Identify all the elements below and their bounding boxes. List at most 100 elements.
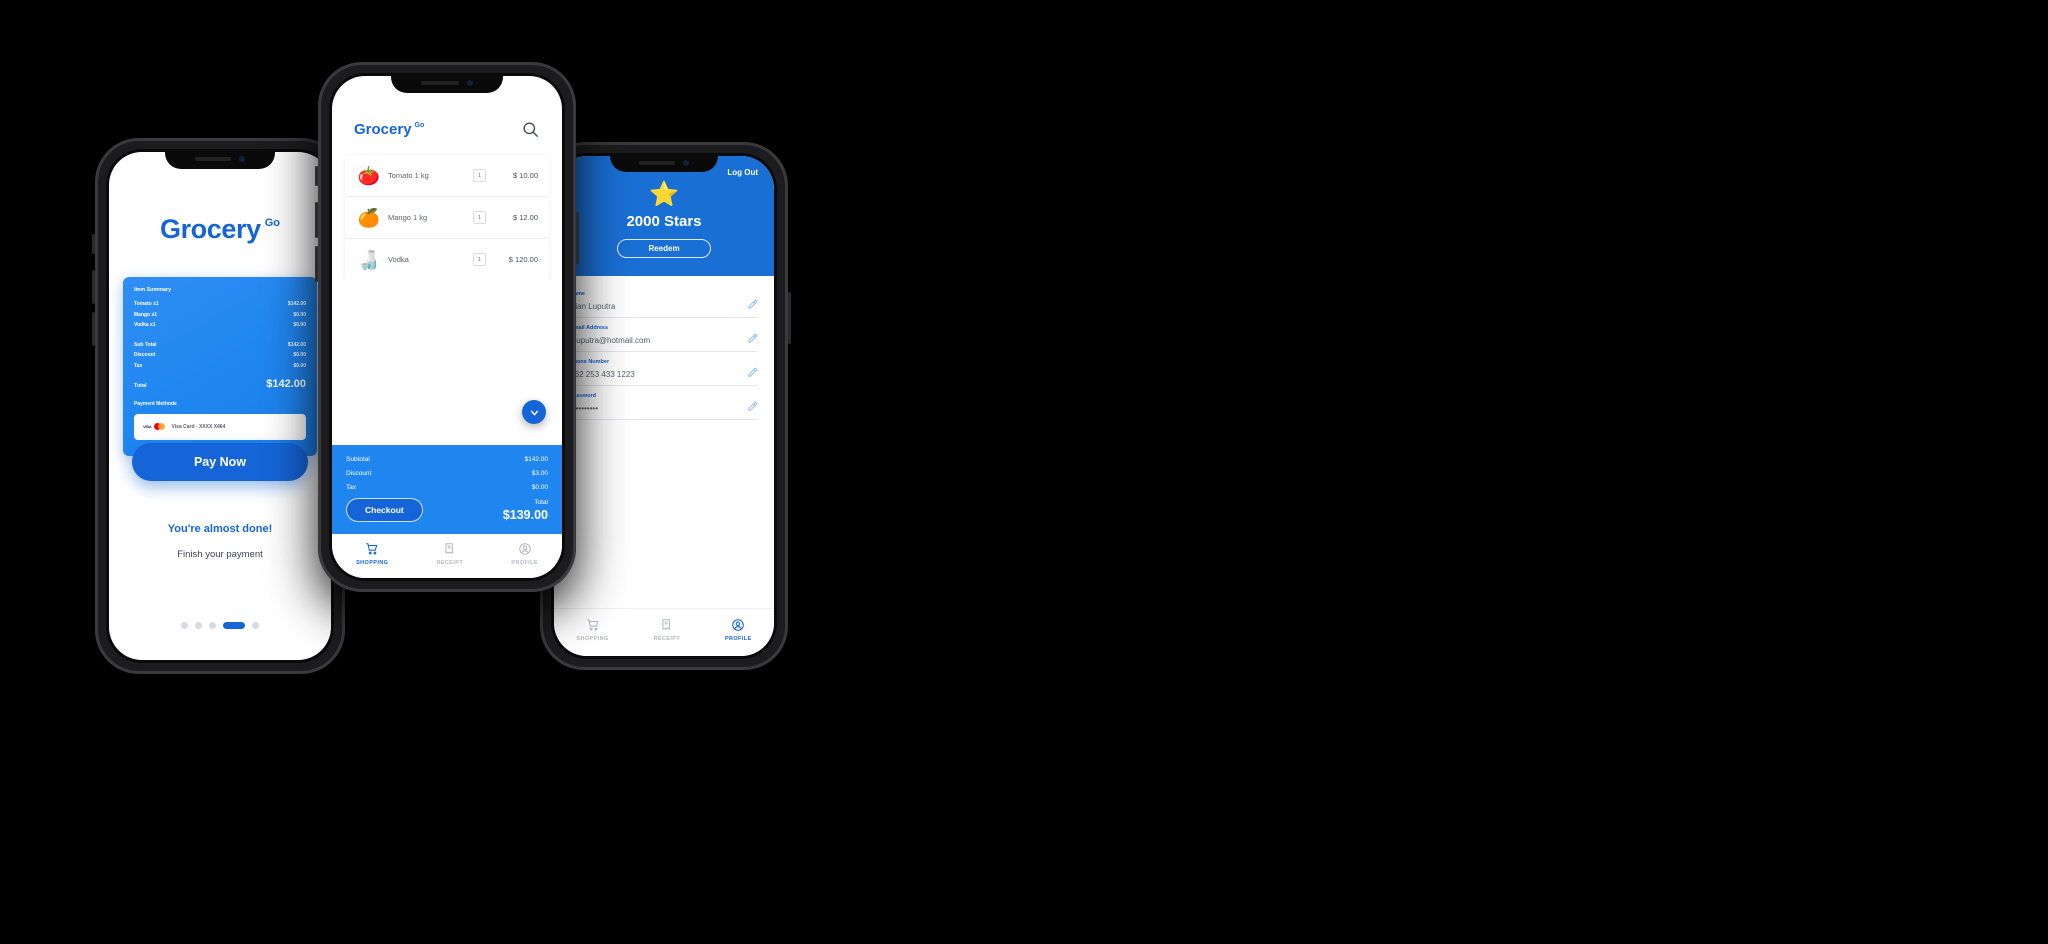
summary-grand-total-value: $142.00: [266, 377, 306, 390]
center-brand-suffix: Go: [414, 122, 425, 129]
search-icon[interactable]: [521, 120, 540, 139]
product-list: 🍅 Tomato 1 kg 1 $ 10.00 🍊 Mango 1 kg 1 $…: [332, 139, 562, 280]
left-phone-screen: Grocery Go Item Summary Tomato x1 $142.0…: [109, 152, 331, 660]
tab-profile[interactable]: PROFILE: [725, 618, 752, 642]
summary-grand-total: Total $142.00: [134, 378, 306, 390]
phone-center-shopping: Grocery Go 🍅 Tomato 1 kg 1 $ 10.00 🍊 Man…: [315, 62, 579, 592]
field-name-label: Name: [570, 291, 585, 297]
pagination-dots: [109, 621, 331, 629]
visa-icon: VISA: [143, 424, 152, 429]
summary-item-value: $0.00: [293, 311, 306, 318]
left-brand-name: Grocery: [159, 214, 261, 244]
center-phone-screen: Grocery Go 🍅 Tomato 1 kg 1 $ 10.00 🍊 Man…: [332, 76, 562, 578]
pagination-dot-active[interactable]: [223, 621, 245, 629]
center-phone-power-button[interactable]: [576, 212, 579, 264]
product-row[interactable]: 🍶 Vodka 1 $ 120.00: [345, 239, 549, 280]
speaker-icon: [639, 160, 675, 165]
checkout-row: Tax $0.00: [346, 484, 548, 491]
center-brand-name: Grocery: [354, 121, 412, 138]
field-email-label: Email Address: [570, 325, 609, 331]
pagination-dot[interactable]: [252, 621, 259, 629]
redeem-button[interactable]: Reedem: [617, 239, 711, 258]
product-row[interactable]: 🍅 Tomato 1 kg 1 $ 10.00: [345, 155, 549, 196]
field-name: Name Bian Luputra: [570, 284, 758, 318]
tab-receipt-label: RECEIPT: [436, 560, 464, 566]
payment-card-text: Visa Card - XXXX X464: [171, 423, 226, 430]
checkout-row: Subtotal $142.00: [346, 456, 548, 463]
product-row[interactable]: 🍊 Mango 1 kg 1 $ 12.00: [345, 197, 549, 238]
card-brand-icons: VISA: [143, 423, 165, 430]
edit-icon[interactable]: [747, 331, 758, 343]
chevron-down-icon[interactable]: [522, 400, 546, 424]
pay-now-button[interactable]: Pay Now: [132, 442, 308, 481]
profile-icon: [731, 618, 745, 632]
summary-item-row: Vodka x1 $0.00: [134, 322, 306, 328]
phone-left-payment: Grocery Go Item Summary Tomato x1 $142.0…: [92, 138, 345, 674]
summary-item-label: Mango x1: [134, 311, 158, 318]
right-phone-notch: [610, 153, 718, 172]
stars-count: 2000 Stars: [626, 213, 702, 230]
checkout-subtotal-label: Subtotal: [346, 456, 370, 463]
summary-subtotal-label: Sub Total: [134, 341, 157, 348]
payment-method-label: Payment Methode: [134, 400, 177, 407]
left-phone-bezel: Grocery Go Item Summary Tomato x1 $142.0…: [106, 149, 334, 663]
summary-tax-value: $0.00: [293, 362, 306, 369]
left-phone-volume-down-button[interactable]: [92, 312, 95, 346]
product-name: Mango 1 kg: [388, 213, 428, 222]
left-phone-notch: [165, 149, 275, 169]
tab-shopping[interactable]: SHOPPING: [576, 618, 608, 642]
profile-icon: [518, 542, 532, 556]
summary-item-label: Vodka x1: [134, 322, 156, 328]
front-camera-icon: [683, 159, 689, 166]
center-phone-volume-up-button[interactable]: [315, 202, 318, 238]
center-phone-volume-down-button[interactable]: [315, 246, 318, 282]
tab-receipt[interactable]: RECEIPT: [436, 542, 463, 566]
left-brand: Grocery Go: [109, 214, 331, 245]
mastercard-icon: [153, 423, 165, 430]
summary-item-row: Mango x1 $0.00: [134, 312, 306, 318]
right-phone-power-button[interactable]: [788, 292, 791, 344]
mockup-stage: Grocery Go Item Summary Tomato x1 $142.0…: [0, 0, 2048, 944]
field-phone-value: +62 253 433 1223: [570, 370, 635, 379]
summary-item-label: Tomato x1: [134, 301, 159, 307]
edit-icon[interactable]: [747, 399, 758, 411]
profile-fields: Name Bian Luputra Email Address bluputra…: [554, 276, 774, 608]
summary-total-row: Tax $0.00: [134, 363, 306, 369]
quantity-stepper[interactable]: 1: [473, 169, 486, 182]
front-camera-icon: [467, 80, 473, 86]
summary-discount-label: Discount: [134, 352, 156, 358]
pagination-dot[interactable]: [181, 621, 188, 629]
center-phone-mute-button[interactable]: [315, 166, 318, 186]
right-tab-bar: SHOPPING RECEIPT PROFILE: [554, 608, 774, 656]
quantity-stepper[interactable]: 1: [473, 211, 486, 224]
tab-shopping-label: SHOPPING: [356, 560, 389, 566]
summary-divider-gap: [134, 333, 306, 342]
quantity-stepper[interactable]: 1: [473, 253, 486, 266]
profile-hero: Log Out ⭐ 2000 Stars Reedem: [554, 156, 774, 276]
left-phone-mute-button[interactable]: [92, 234, 95, 254]
checkout-panel: Subtotal $142.00 Discount $3.00 Tax $0.0…: [332, 445, 562, 534]
summary-tax-label: Tax: [134, 362, 143, 369]
field-email-value: bluputra@hotmail.com: [570, 336, 651, 345]
edit-icon[interactable]: [747, 365, 758, 377]
right-phone-screen: Log Out ⭐ 2000 Stars Reedem Name Bian Lu…: [554, 156, 774, 656]
star-icon: ⭐: [649, 181, 679, 208]
product-name: Tomato 1 kg: [388, 171, 429, 180]
checkout-button[interactable]: Checkout: [346, 498, 423, 522]
tab-receipt[interactable]: RECEIPT: [653, 618, 680, 642]
tab-profile[interactable]: PROFILE: [511, 542, 538, 566]
front-camera-icon: [239, 156, 245, 162]
pagination-dot[interactable]: [195, 621, 202, 629]
pagination-dot[interactable]: [209, 621, 216, 629]
cart-icon: [365, 542, 379, 556]
payment-card-row[interactable]: VISA Visa Card - XXXX X464: [134, 413, 306, 440]
tab-profile-label: PROFILE: [724, 636, 752, 642]
mango-icon: 🍊: [357, 207, 381, 228]
product-price: $ 120.00: [508, 255, 538, 264]
left-phone-volume-up-button[interactable]: [92, 270, 95, 304]
checkout-total-label: Total: [534, 498, 548, 506]
product-name: Vodka: [388, 255, 409, 264]
tab-shopping[interactable]: SHOPPING: [356, 542, 388, 566]
center-phone-notch: [391, 73, 503, 93]
edit-icon[interactable]: [747, 297, 758, 309]
